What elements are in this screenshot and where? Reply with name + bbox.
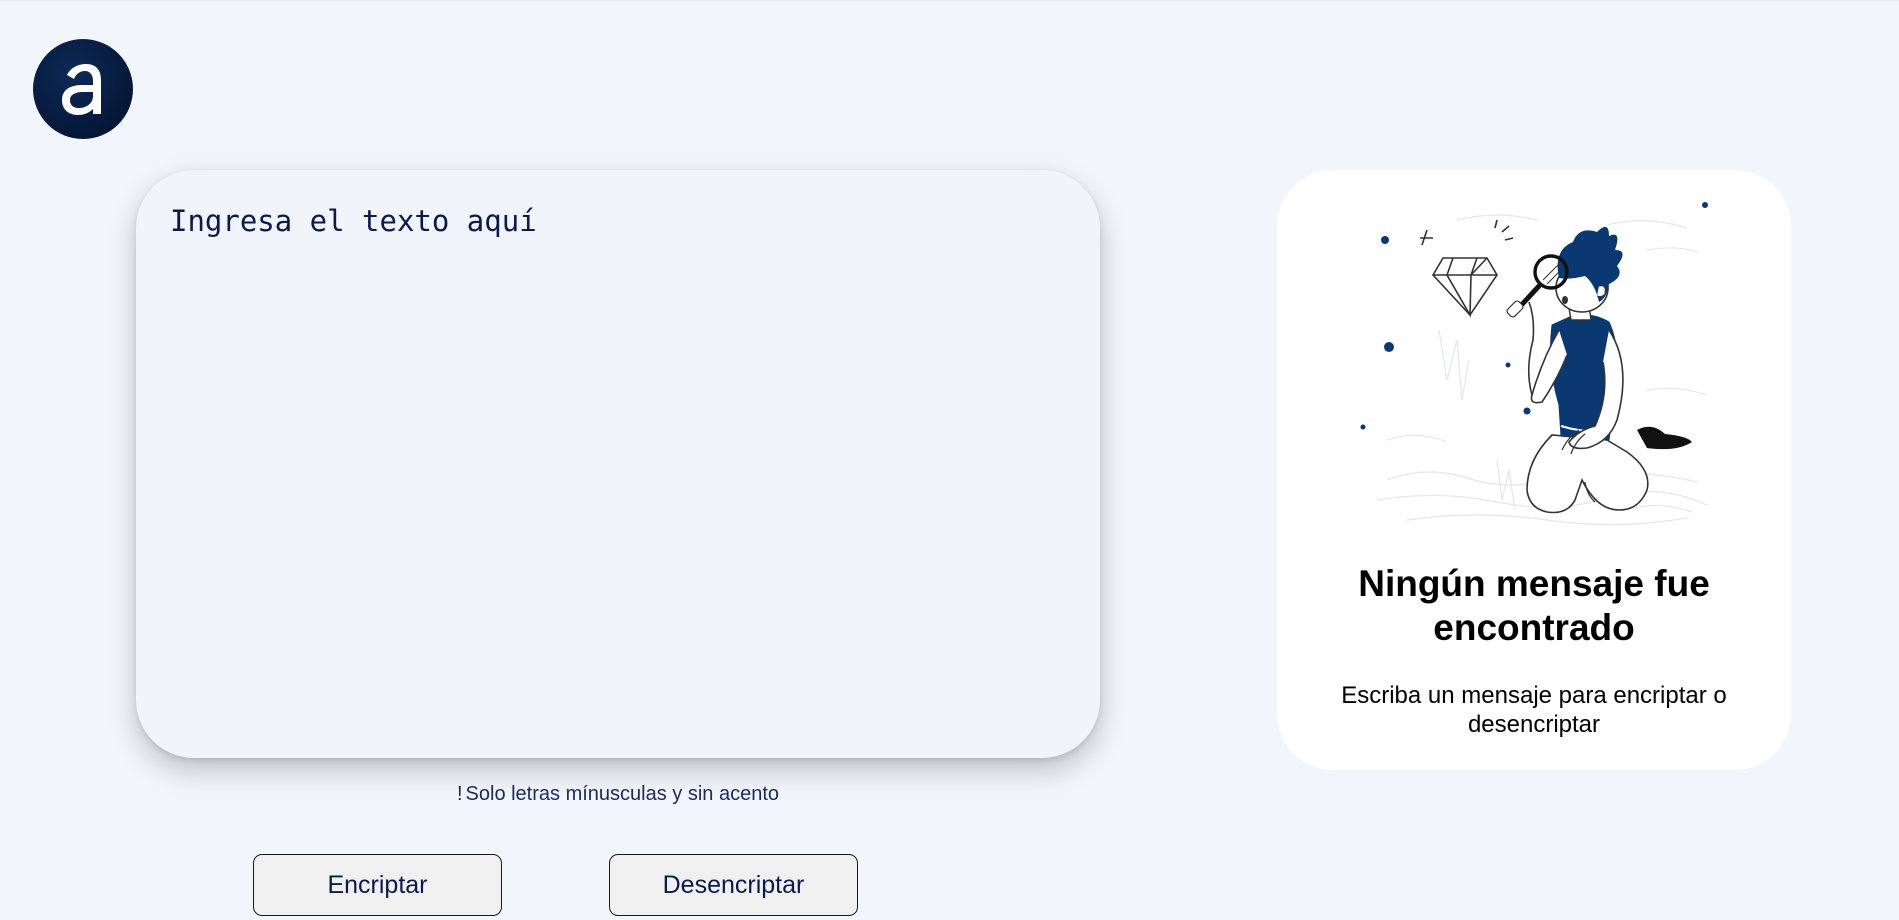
hint-text: Solo letras mínusculas y sin acento [465,783,780,805]
output-title: Ningún mensaje fue encontrado [1358,563,1710,648]
output-text: Escriba un mensaje para encriptar o dese… [1341,682,1727,738]
text-input-card [136,170,1100,758]
input-hint: ! Solo letras mínusculas y sin acento [136,783,1100,806]
decrypt-button[interactable]: Desencriptar [609,854,858,916]
person-with-magnifying-glass-illustration [1360,202,1708,526]
encrypt-button[interactable]: Encriptar [253,854,502,916]
alura-logo-icon[interactable] [33,39,133,139]
text-input[interactable] [168,202,1062,726]
logo-glyph [62,64,101,115]
exclamation-icon: ! [456,783,463,805]
output-card: Ningún mensaje fue encontrado Escriba un… [1277,170,1791,770]
